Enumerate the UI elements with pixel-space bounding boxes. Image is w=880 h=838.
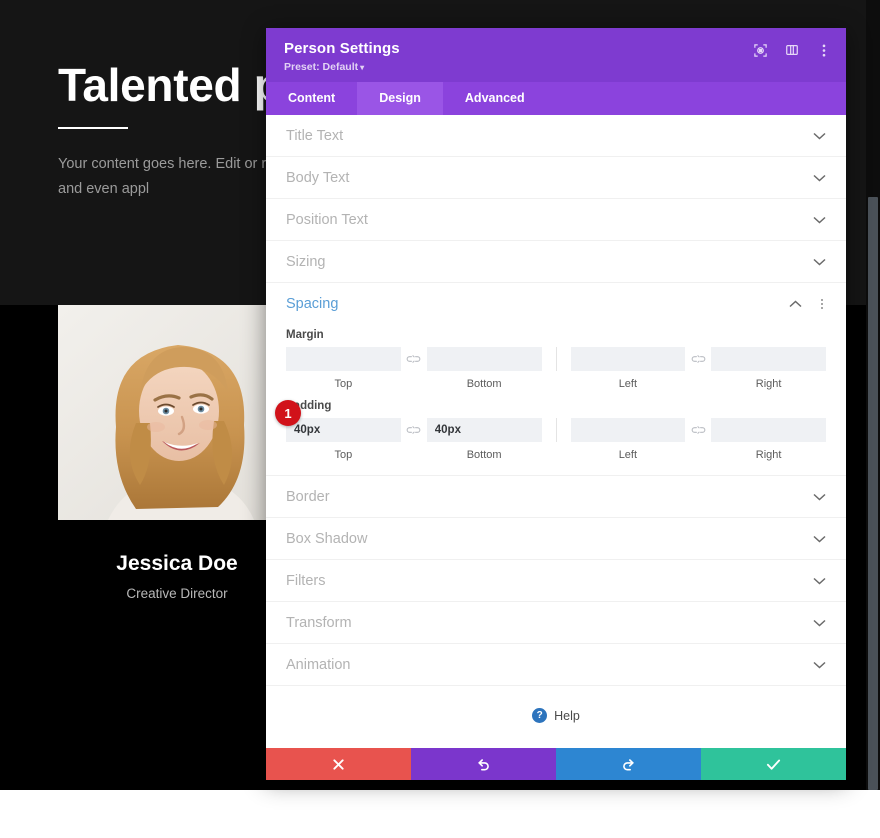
padding-right-input[interactable] bbox=[711, 418, 826, 442]
section-position-text[interactable]: Position Text bbox=[266, 199, 846, 241]
section-label: Title Text bbox=[286, 127, 344, 144]
padding-right-cell: Right bbox=[711, 418, 826, 461]
heading-divider bbox=[58, 127, 128, 129]
kebab-menu-icon[interactable] bbox=[816, 299, 828, 309]
chevron-down-icon bbox=[812, 490, 826, 504]
modal-header: Person Settings Preset: Default ▾ bbox=[266, 28, 846, 82]
section-label: Box Shadow bbox=[286, 530, 368, 547]
padding-left-input[interactable] bbox=[570, 418, 686, 442]
spacing-title: Spacing bbox=[286, 296, 339, 312]
padding-bottom-cell: Bottom bbox=[426, 418, 542, 461]
margin-top-input[interactable] bbox=[286, 347, 401, 371]
margin-top-label: Top bbox=[334, 378, 353, 390]
page-scrollbar[interactable] bbox=[866, 0, 880, 790]
section-sizing[interactable]: Sizing bbox=[266, 241, 846, 283]
section-label: Sizing bbox=[286, 253, 326, 270]
layout-panel-icon[interactable] bbox=[784, 42, 800, 58]
preset-label: Preset: Default bbox=[284, 61, 359, 73]
margin-left-input[interactable] bbox=[570, 347, 686, 371]
margin-legend: Margin bbox=[286, 329, 324, 341]
section-label: Border bbox=[286, 488, 330, 505]
padding-bottom-label: Bottom bbox=[466, 449, 502, 461]
padding-left-cell: Left bbox=[570, 418, 686, 461]
page-scrollbar-thumb[interactable] bbox=[868, 197, 878, 790]
margin-right-input[interactable] bbox=[711, 347, 826, 371]
section-box-shadow[interactable]: Box Shadow bbox=[266, 518, 846, 560]
undo-button[interactable] bbox=[411, 748, 556, 780]
section-border[interactable]: Border bbox=[266, 476, 846, 518]
section-animation[interactable]: Animation bbox=[266, 644, 846, 686]
help-label: Help bbox=[554, 708, 580, 723]
person-name: Jessica Doe bbox=[116, 552, 238, 575]
section-spacing: Spacing Margin Top Bottom Left Right Pad… bbox=[266, 283, 846, 476]
padding-field-block: Padding 1 Top bbox=[266, 400, 846, 461]
target-fullscreen-icon[interactable] bbox=[752, 42, 768, 58]
quad-divider bbox=[555, 418, 557, 442]
section-filters[interactable]: Filters bbox=[266, 560, 846, 602]
modal-header-icons bbox=[752, 42, 832, 58]
padding-top-label: Top bbox=[334, 449, 353, 461]
broken-link-icon[interactable] bbox=[401, 347, 427, 371]
broken-link-icon[interactable] bbox=[401, 418, 427, 442]
section-label: Animation bbox=[286, 656, 351, 673]
margin-bottom-cell: Bottom bbox=[426, 347, 542, 390]
modal-tabs: Content Design Advanced bbox=[266, 82, 846, 115]
padding-left-label: Left bbox=[618, 449, 638, 461]
tab-design[interactable]: Design bbox=[357, 82, 443, 115]
help-question-icon: ? bbox=[532, 708, 548, 723]
modal-body: Title Text Body Text Position Text Sizin… bbox=[266, 115, 846, 748]
chevron-down-icon bbox=[812, 616, 826, 630]
chevron-down-icon bbox=[812, 213, 826, 227]
chevron-down-icon bbox=[812, 129, 826, 143]
margin-right-cell: Right bbox=[711, 347, 826, 390]
preset-selector[interactable]: Preset: Default ▾ bbox=[284, 61, 830, 73]
margin-top-cell: Top bbox=[286, 347, 401, 390]
chevron-up-icon[interactable] bbox=[788, 297, 802, 311]
chevron-down-icon: ▾ bbox=[360, 63, 365, 72]
modal-title: Person Settings bbox=[284, 40, 400, 57]
person-module[interactable]: Jessica Doe Creative Director bbox=[58, 305, 296, 601]
section-transform[interactable]: Transform bbox=[266, 602, 846, 644]
person-photo bbox=[58, 305, 296, 520]
section-label: Body Text bbox=[286, 169, 350, 186]
chevron-down-icon bbox=[812, 658, 826, 672]
margin-left-cell: Left bbox=[570, 347, 686, 390]
broken-link-icon[interactable] bbox=[685, 347, 711, 371]
margin-bottom-input[interactable] bbox=[426, 347, 542, 371]
section-label: Transform bbox=[286, 614, 352, 631]
section-title-text[interactable]: Title Text bbox=[266, 115, 846, 157]
person-role: Creative Director bbox=[126, 586, 228, 601]
padding-legend: Padding bbox=[286, 400, 332, 412]
padding-top-input[interactable] bbox=[286, 418, 401, 442]
margin-field-block: Margin Top Bottom Left Right bbox=[266, 329, 846, 390]
step-badge: 1 bbox=[275, 400, 301, 426]
section-body-text[interactable]: Body Text bbox=[266, 157, 846, 199]
redo-button[interactable] bbox=[556, 748, 701, 780]
chevron-down-icon bbox=[812, 574, 826, 588]
person-settings-modal[interactable]: Person Settings Preset: Default ▾ Conten… bbox=[266, 28, 846, 780]
padding-top-cell: Top bbox=[286, 418, 401, 461]
margin-right-label: Right bbox=[755, 378, 782, 390]
modal-footer bbox=[266, 748, 846, 780]
margin-left-label: Left bbox=[618, 378, 638, 390]
help-link[interactable]: ? Help bbox=[266, 686, 846, 747]
chevron-down-icon bbox=[812, 255, 826, 269]
chevron-down-icon bbox=[812, 532, 826, 546]
broken-link-icon[interactable] bbox=[685, 418, 711, 442]
save-button[interactable] bbox=[701, 748, 846, 780]
margin-bottom-label: Bottom bbox=[466, 378, 502, 390]
quad-divider bbox=[555, 347, 557, 371]
spacing-header[interactable]: Spacing bbox=[266, 283, 846, 325]
tab-content[interactable]: Content bbox=[266, 82, 357, 115]
padding-right-label: Right bbox=[755, 449, 782, 461]
cancel-button[interactable] bbox=[266, 748, 411, 780]
kebab-menu-icon[interactable] bbox=[816, 42, 832, 58]
chevron-down-icon bbox=[812, 171, 826, 185]
padding-bottom-input[interactable] bbox=[426, 418, 542, 442]
section-label: Filters bbox=[286, 572, 326, 589]
section-label: Position Text bbox=[286, 211, 368, 228]
tab-advanced[interactable]: Advanced bbox=[443, 82, 547, 115]
